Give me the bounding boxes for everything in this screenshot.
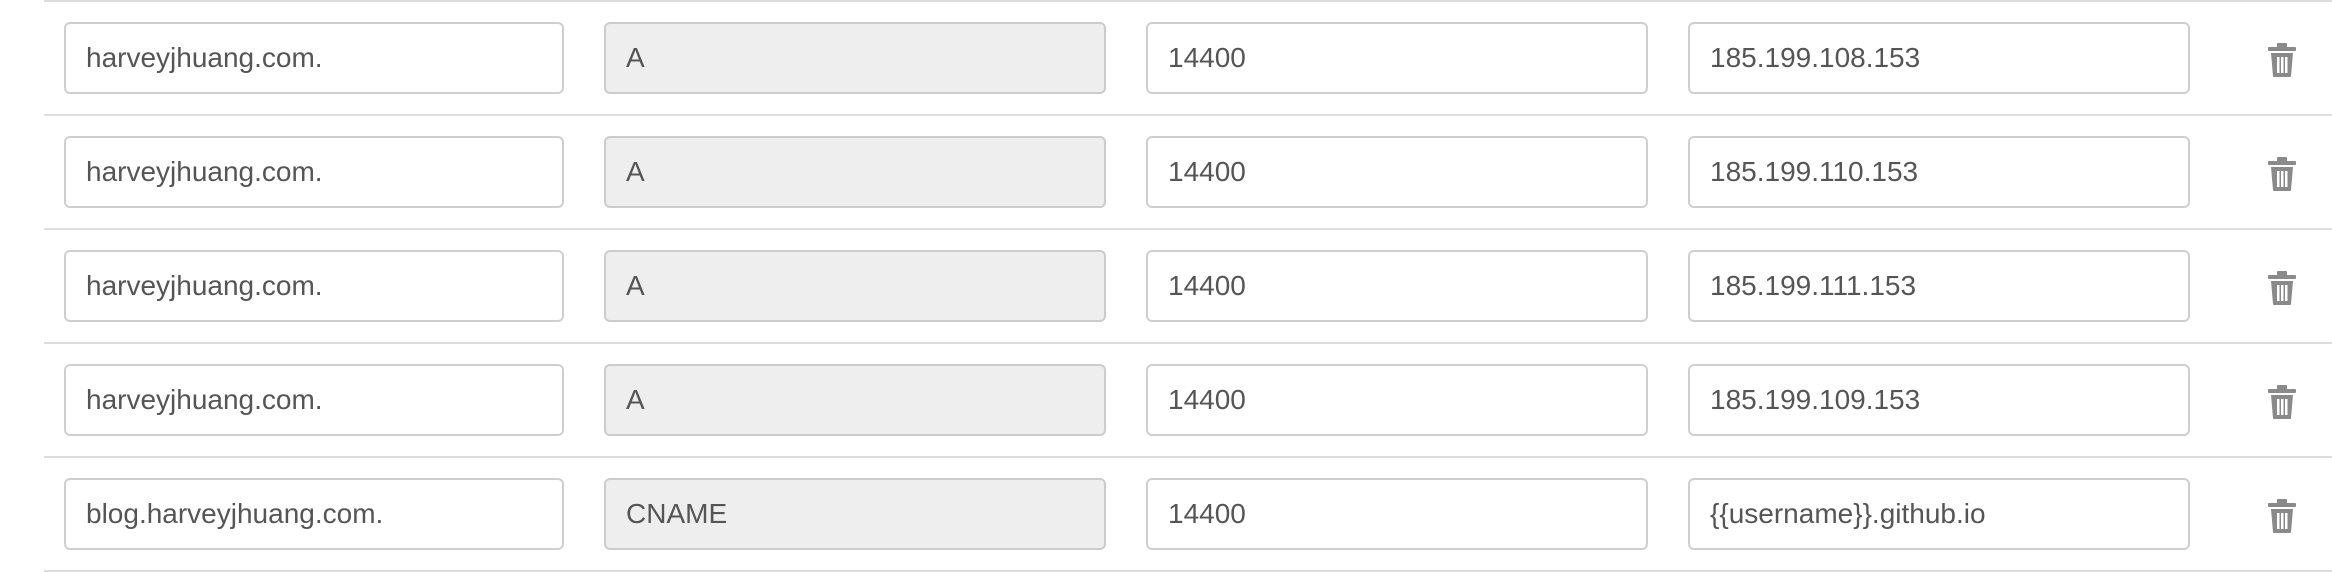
dns-record-row: harveyjhuang.com. A 14400 185.199.110.15… (44, 114, 2332, 228)
record-ttl-field[interactable]: 14400 (1146, 250, 1648, 322)
record-name-field[interactable]: harveyjhuang.com. (64, 22, 564, 94)
record-value-field[interactable]: 185.199.108.153 (1688, 22, 2190, 94)
record-value-field[interactable]: 185.199.109.153 (1688, 364, 2190, 436)
record-name-field[interactable]: harveyjhuang.com. (64, 250, 564, 322)
record-ttl-field[interactable]: 14400 (1146, 478, 1648, 550)
record-ttl-field[interactable]: 14400 (1146, 22, 1648, 94)
delete-record-button[interactable] (2266, 498, 2298, 534)
record-value-field[interactable]: 185.199.110.153 (1688, 136, 2190, 208)
record-value-field[interactable]: 185.199.111.153 (1688, 250, 2190, 322)
delete-record-button[interactable] (2266, 270, 2298, 306)
record-name-field[interactable]: blog.harveyjhuang.com. (64, 478, 564, 550)
dns-record-row: harveyjhuang.com. A 14400 185.199.111.15… (44, 228, 2332, 342)
trash-icon (2266, 42, 2298, 78)
trash-icon (2266, 270, 2298, 306)
dns-record-row: harveyjhuang.com. A 14400 185.199.109.15… (44, 342, 2332, 456)
record-type-field: A (604, 250, 1106, 322)
trash-icon (2266, 384, 2298, 420)
record-ttl-field[interactable]: 14400 (1146, 364, 1648, 436)
record-name-field[interactable]: harveyjhuang.com. (64, 364, 564, 436)
record-ttl-field[interactable]: 14400 (1146, 136, 1648, 208)
delete-record-button[interactable] (2266, 42, 2298, 78)
dns-record-row: blog.harveyjhuang.com. CNAME 14400 {{use… (44, 456, 2332, 572)
dns-record-row: harveyjhuang.com. A 14400 185.199.108.15… (44, 0, 2332, 114)
record-value-field[interactable]: {{username}}.github.io (1688, 478, 2190, 550)
record-type-field: A (604, 22, 1106, 94)
record-type-field: A (604, 364, 1106, 436)
delete-record-button[interactable] (2266, 156, 2298, 192)
trash-icon (2266, 498, 2298, 534)
trash-icon (2266, 156, 2298, 192)
record-name-field[interactable]: harveyjhuang.com. (64, 136, 564, 208)
record-type-field: A (604, 136, 1106, 208)
dns-records-table: harveyjhuang.com. A 14400 185.199.108.15… (44, 0, 2332, 572)
record-type-field: CNAME (604, 478, 1106, 550)
delete-record-button[interactable] (2266, 384, 2298, 420)
